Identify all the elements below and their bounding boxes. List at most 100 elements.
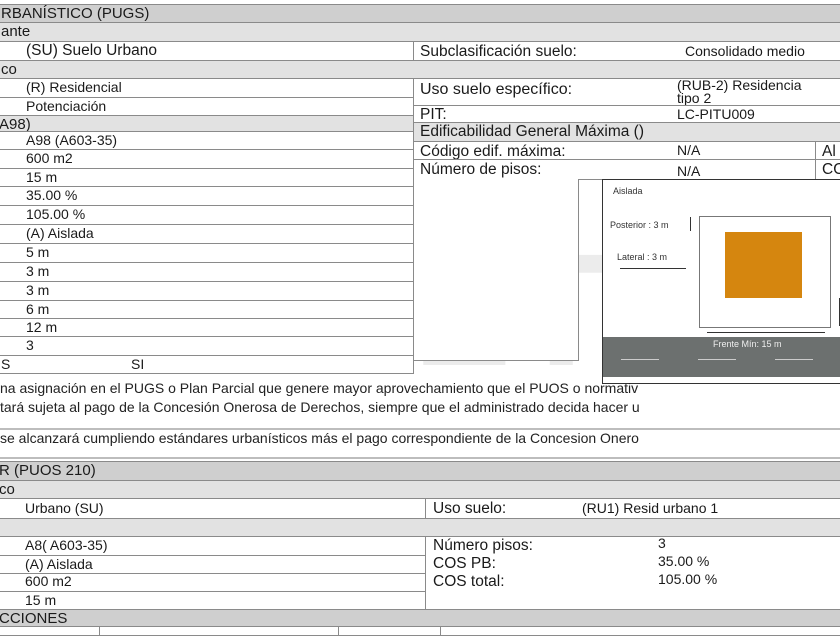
uso-suelo-label: Uso suelo: [433,500,507,517]
street-marking [775,359,813,360]
subsection-title: ante [1,23,31,40]
uso-suelo-cell: Uso suelo: (RU1) Resid urbano 1 [425,498,840,519]
table-row: 105.00 % [0,205,414,225]
pit-cell: PIT: LC-PITU009 [413,105,840,123]
street-marking [698,359,736,360]
table-row: 5 m [0,243,414,263]
table-row: 12 m [0,318,414,337]
subsection-header: co [0,480,840,499]
subsection-header: co [0,60,840,79]
street-marking [621,359,659,360]
setback-diagram: Aislada Posterior : 3 m Lateral : 3 m Fr… [602,179,840,384]
row-value: (A) Aislada [25,556,93,572]
edificacion-cell: Número pisos: 3 COS PB: 35.00 % COS tota… [425,536,840,610]
clasificacion-value: Urbano (SU) [25,500,104,516]
row-value: 15 m [26,169,58,185]
posterior-label: Posterior : 3 m [610,220,669,230]
table-row: 3 [0,336,414,356]
row-value: 6 m [26,301,50,317]
building-footprint [725,232,802,298]
frente-label: Frente Mín: 15 m [713,339,782,349]
section-title: CCIONES [0,610,68,627]
table-cell [99,626,339,636]
table-row: 600 m2 [0,573,426,592]
uso-especifico-cell: Uso suelo específico: (RUB-2) Residencia… [413,78,840,106]
edificabilidad-header: Edificabilidad General Máxima () [413,122,840,142]
table-row: 3 m [0,262,414,282]
subsection-header: A98) [0,115,414,132]
section-title: RBANÍSTICO (PUGS) [1,5,150,22]
table-row: (A) Aislada [0,555,426,574]
subclasificacion-value: Consolidado medio [685,43,805,59]
table-cell [440,626,840,636]
row-value: 105.00 % [26,206,86,222]
edificabilidad-title: Edificabilidad General Máxima () [420,123,644,140]
cos-pb-value: 35.00 % [658,553,710,569]
codigo-edif-label: Código edif. máxima: [420,143,566,160]
tratamiento-value: Potenciación [26,98,107,114]
street-band: Frente Mín: 15 m [603,337,840,377]
table-row: S SI [0,355,414,374]
uso-cell: (R) Residencial [0,78,414,98]
section-title: R (PUOS 210) [0,462,96,479]
note-line: tará sujeta al pago de la Concesión Oner… [0,399,640,415]
subsection-title: co [0,481,15,498]
row-value: 3 m [26,282,50,298]
row-value: 600 m2 [25,573,72,589]
row-value: 3 m [26,263,50,279]
subsection-header [0,518,840,537]
cos-total-value: 105.00 % [658,571,718,587]
uso-especifico-label: Uso suelo específico: [420,81,573,98]
uso-especifico-value-2: tipo 2 [677,90,712,106]
clasificacion-cell: (SU) Suelo Urbano [0,41,414,61]
pisos-value: N/A [677,163,701,179]
row-label: S [1,356,11,372]
pisos-value: 3 [658,536,666,551]
tratamiento-cell: Potenciación [0,97,414,116]
uso-value: (R) Residencial [26,79,122,95]
subsection-header: ante [0,22,840,42]
row-value: 35.00 % [26,187,78,203]
pit-label: PIT: [420,106,447,123]
pit-value: LC-PITU009 [677,106,755,122]
table-row: 6 m [0,300,414,319]
subsection-title: co [1,61,17,78]
note-line: se alcanzará cumpliendo estándares urban… [0,430,639,446]
clasificacion-cell: Urbano (SU) [0,498,426,519]
uso-suelo-value: (RU1) Resid urbano 1 [582,500,719,516]
pisos-label: Número pisos: [433,537,533,554]
diagram-type-label: Aislada [613,186,643,196]
row-value: SI [131,356,145,372]
subsection-title: A98) [0,116,31,132]
lateral-label: Lateral : 3 m [617,252,668,262]
divider [0,457,840,459]
table-row: (A) Aislada [0,224,414,244]
afectaciones-header: CCIONES [0,609,840,627]
codigo-edif-cell: Código edif. máxima: N/A [413,141,816,160]
table-row: A98 (A603-35) [0,131,414,150]
empty-cell [413,179,579,361]
lateral-dimension-icon [620,268,686,269]
pisos-cell: Número de pisos: N/A [413,159,816,180]
table-cell [338,626,441,636]
altura-cell: Al [815,141,840,160]
section-header-puos: R (PUOS 210) [0,461,840,481]
altura-label: Al [822,143,836,160]
row-value: 5 m [26,244,50,260]
cos-pb-label: COS PB: [433,555,496,572]
table-cell [0,626,100,636]
section-header-pugs: RBANÍSTICO (PUGS) [0,4,840,23]
subclasificacion-label: Subclasificación suelo: [420,43,577,60]
row-value: (A) Aislada [26,225,94,241]
row-value: A8( A603-35) [25,537,108,553]
table-row: 600 m2 [0,149,414,169]
row-value: 3 [26,337,34,353]
table-row: 3 m [0,281,414,301]
row-value: 12 m [26,319,58,335]
codigo-edif-value: N/A [677,142,701,158]
cos-label: CO [822,161,840,178]
row-value: 600 m2 [26,150,73,166]
cos-cell: CO [815,159,840,180]
table-row: 15 m [0,168,414,187]
table-row: 35.00 % [0,186,414,206]
